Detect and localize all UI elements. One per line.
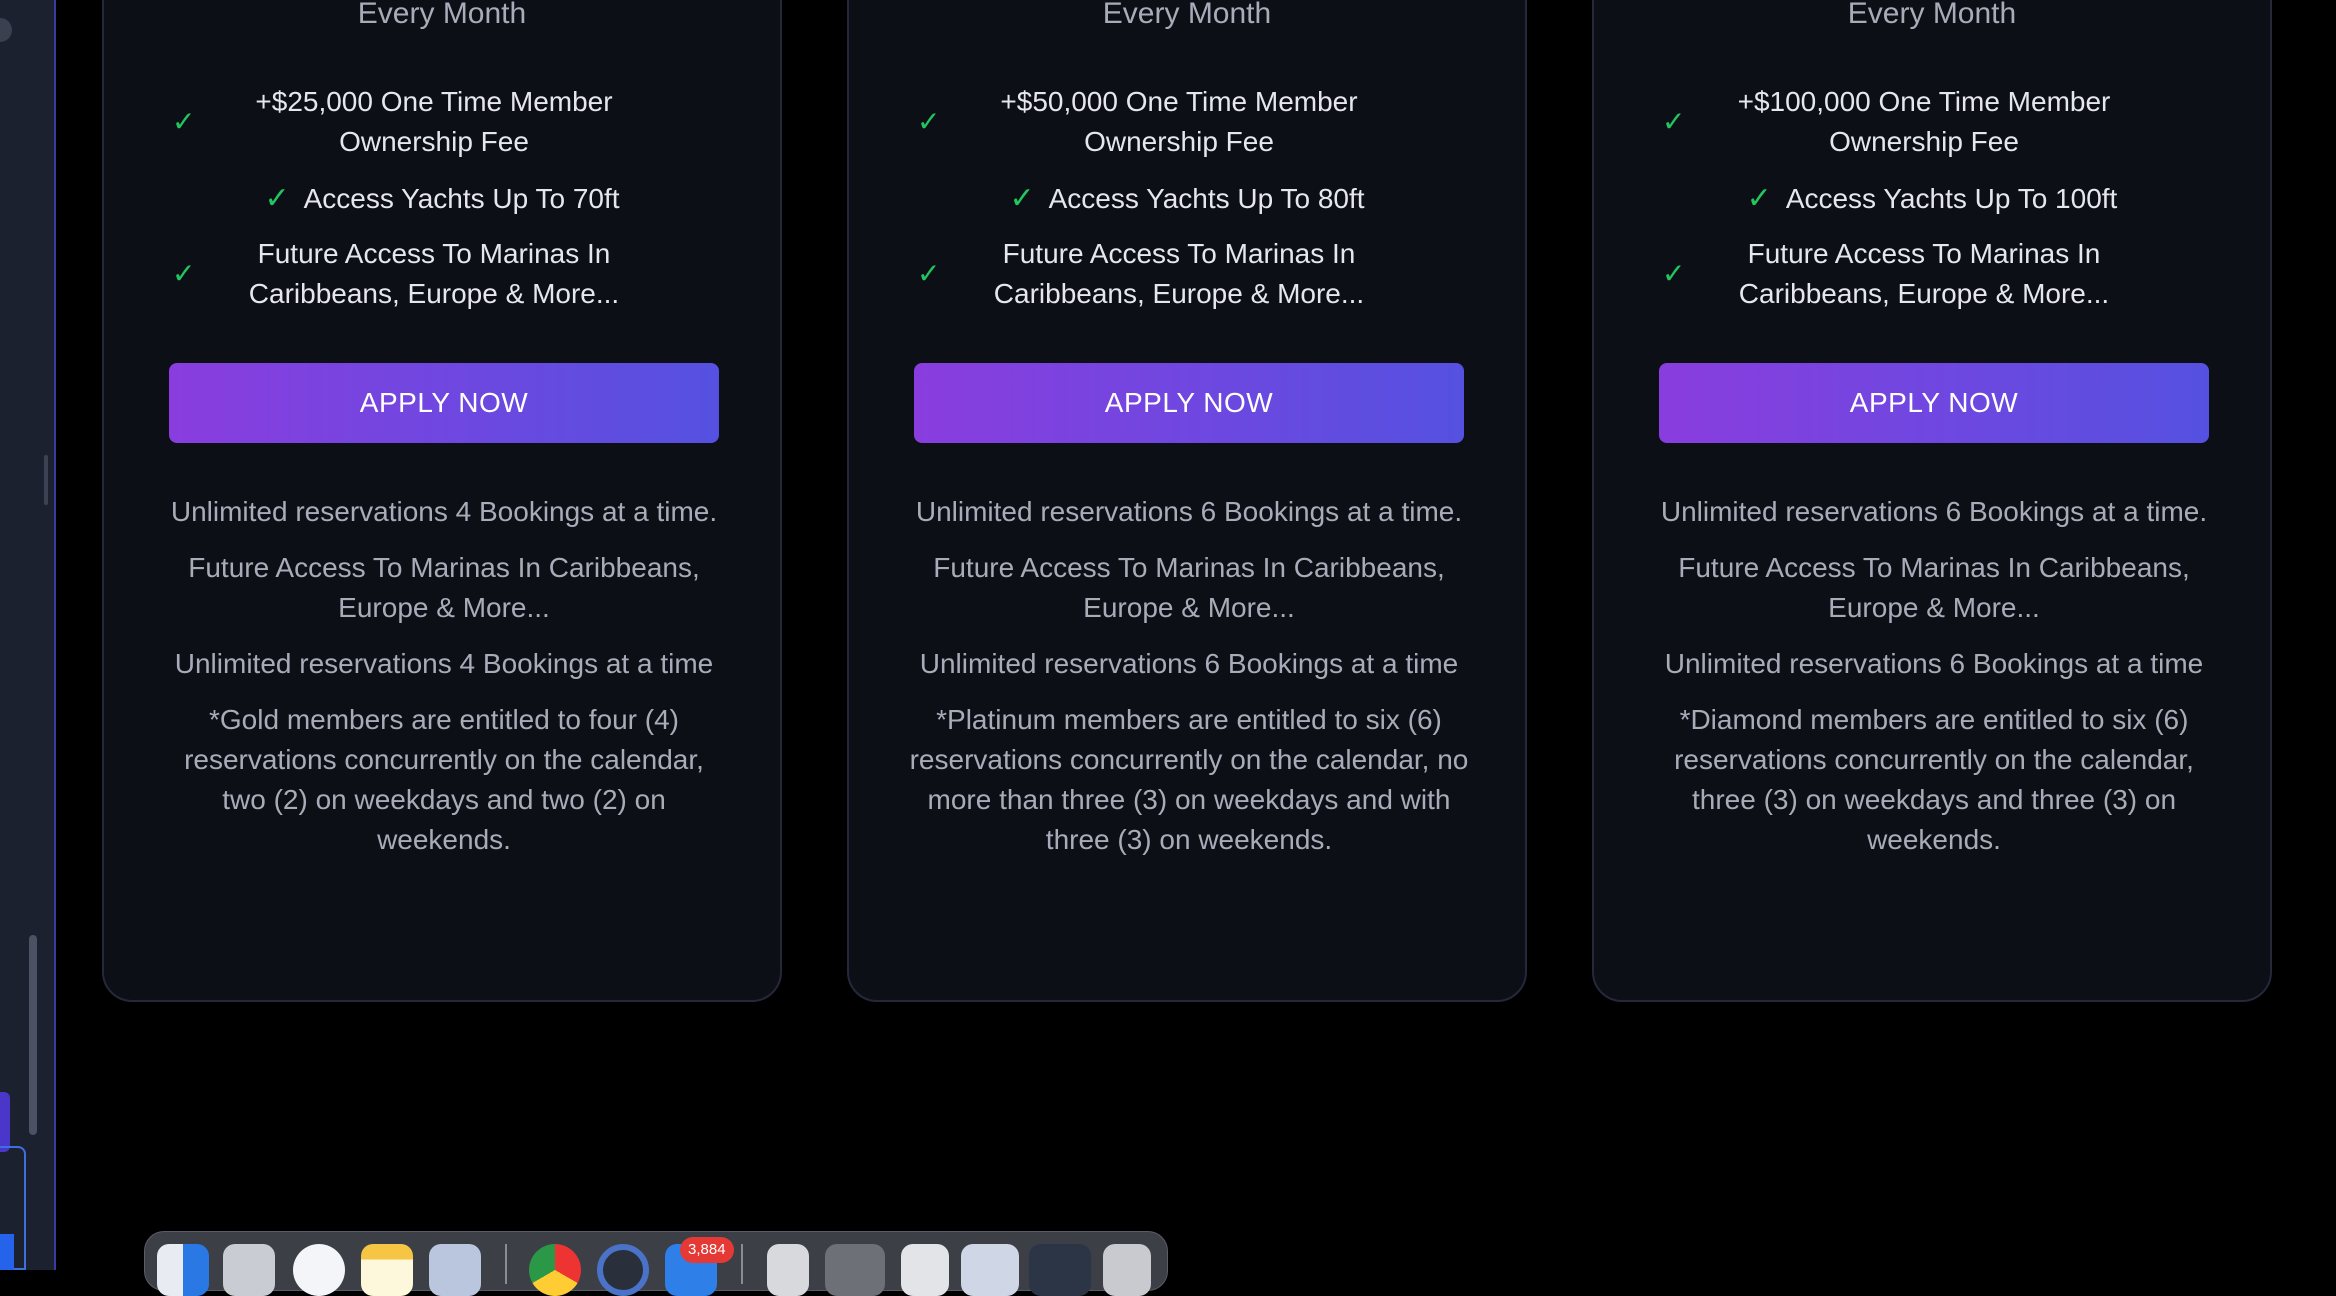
- feature-item: ✓ Future Access To Marinas In Caribbeans…: [849, 234, 1525, 314]
- check-icon: ✓: [1746, 182, 1772, 215]
- plan-note: Unlimited reservations 6 Bookings at a t…: [919, 648, 1459, 679]
- plan-note: Unlimited reservations 6 Bookings at a t…: [1664, 648, 2204, 679]
- feature-item: ✓ Future Access To Marinas In Caribbeans…: [104, 234, 780, 314]
- plan-card-diamond: Every Month ✓ +$100,000 One Time Member …: [1592, 0, 2272, 1002]
- sidebar-app-icon[interactable]: [0, 1234, 14, 1270]
- plan-note: Future Access To Marinas In Caribbeans, …: [188, 552, 700, 623]
- notes-icon[interactable]: [361, 1244, 413, 1296]
- chrome-icon[interactable]: [529, 1244, 581, 1296]
- feature-item: ✓ Access Yachts Up To 100ft: [1594, 179, 2270, 219]
- plan-footnote: *Platinum members are entitled to six (6…: [909, 704, 1469, 855]
- plan-note: Future Access To Marinas In Caribbeans, …: [1678, 552, 2190, 623]
- feature-item: ✓ Access Yachts Up To 80ft: [849, 179, 1525, 219]
- feature-item: ✓ +$100,000 One Time Member Ownership Fe…: [1594, 82, 2270, 162]
- check-icon: ✓: [1009, 182, 1035, 215]
- plan-period: Every Month: [357, 0, 527, 30]
- plan-period: Every Month: [1102, 0, 1272, 30]
- check-icon: ✓: [172, 258, 196, 289]
- plan-notes: Unlimited reservations 6 Bookings at a t…: [1654, 492, 2214, 876]
- trash-icon[interactable]: [1103, 1244, 1151, 1296]
- feature-text: Access Yachts Up To 100ft: [1785, 183, 2118, 214]
- plan-card-platinum: Every Month ✓ +$50,000 One Time Member O…: [847, 0, 1527, 1002]
- sidebar-tab[interactable]: [0, 1092, 10, 1152]
- dock-separator: [505, 1244, 507, 1284]
- feature-item: ✓ +$50,000 One Time Member Ownership Fee: [849, 82, 1525, 162]
- feature-item: ✓ Access Yachts Up To 70ft: [104, 179, 780, 219]
- window-thumbnail-icon[interactable]: [961, 1244, 1019, 1296]
- check-icon: ✓: [264, 182, 290, 215]
- apply-now-button[interactable]: APPLY NOW: [914, 363, 1464, 443]
- launchpad-icon[interactable]: [223, 1244, 275, 1296]
- feature-text: Access Yachts Up To 80ft: [1048, 183, 1365, 214]
- quicktime-icon[interactable]: [597, 1244, 649, 1296]
- finder-icon[interactable]: [157, 1244, 209, 1296]
- apply-now-button[interactable]: APPLY NOW: [169, 363, 719, 443]
- document-icon[interactable]: [767, 1244, 809, 1296]
- check-icon: ✓: [172, 106, 196, 137]
- feature-text: +$25,000 One Time Member Ownership Fee: [255, 86, 613, 157]
- plan-footnote: *Gold members are entitled to four (4) r…: [184, 704, 704, 855]
- document-icon[interactable]: [901, 1244, 949, 1296]
- check-icon: ✓: [917, 106, 941, 137]
- plan-note: Unlimited reservations 6 Bookings at a t…: [1660, 496, 2208, 527]
- feature-item: ✓ +$25,000 One Time Member Ownership Fee: [104, 82, 780, 162]
- feature-text: +$100,000 One Time Member Ownership Fee: [1737, 86, 2111, 157]
- plan-footnote: *Diamond members are entitled to six (6)…: [1674, 704, 2194, 855]
- plan-note: Future Access To Marinas In Caribbeans, …: [933, 552, 1445, 623]
- window-thumbnail-icon[interactable]: [1029, 1244, 1091, 1296]
- pricing-cards: Every Month ✓ +$25,000 One Time Member O…: [0, 0, 2336, 1010]
- apply-now-button[interactable]: APPLY NOW: [1659, 363, 2209, 443]
- plan-note: Unlimited reservations 6 Bookings at a t…: [915, 496, 1463, 527]
- mail-badge: 3,884: [680, 1237, 734, 1263]
- plan-notes: Unlimited reservations 6 Bookings at a t…: [909, 492, 1469, 876]
- plan-card-gold: Every Month ✓ +$25,000 One Time Member O…: [102, 0, 782, 1002]
- plan-notes: Unlimited reservations 4 Bookings at a t…: [164, 492, 724, 876]
- feature-text: Future Access To Marinas In Caribbeans, …: [993, 238, 1365, 309]
- safari-icon[interactable]: [293, 1244, 345, 1296]
- feature-text: +$50,000 One Time Member Ownership Fee: [1000, 86, 1358, 157]
- feature-text: Future Access To Marinas In Caribbeans, …: [248, 238, 620, 309]
- check-icon: ✓: [1662, 258, 1686, 289]
- preview-icon[interactable]: [429, 1244, 481, 1296]
- feature-text: Future Access To Marinas In Caribbeans, …: [1738, 238, 2110, 309]
- feature-item: ✓ Future Access To Marinas In Caribbeans…: [1594, 234, 2270, 314]
- dock-separator: [741, 1244, 743, 1284]
- check-icon: ✓: [1662, 106, 1686, 137]
- plan-note: Unlimited reservations 4 Bookings at a t…: [174, 648, 714, 679]
- plan-note: Unlimited reservations 4 Bookings at a t…: [170, 496, 718, 527]
- check-icon: ✓: [917, 258, 941, 289]
- screenshot-icon[interactable]: [825, 1244, 885, 1296]
- feature-text: Access Yachts Up To 70ft: [303, 183, 620, 214]
- macos-dock: [144, 1231, 1168, 1296]
- plan-period: Every Month: [1847, 0, 2017, 30]
